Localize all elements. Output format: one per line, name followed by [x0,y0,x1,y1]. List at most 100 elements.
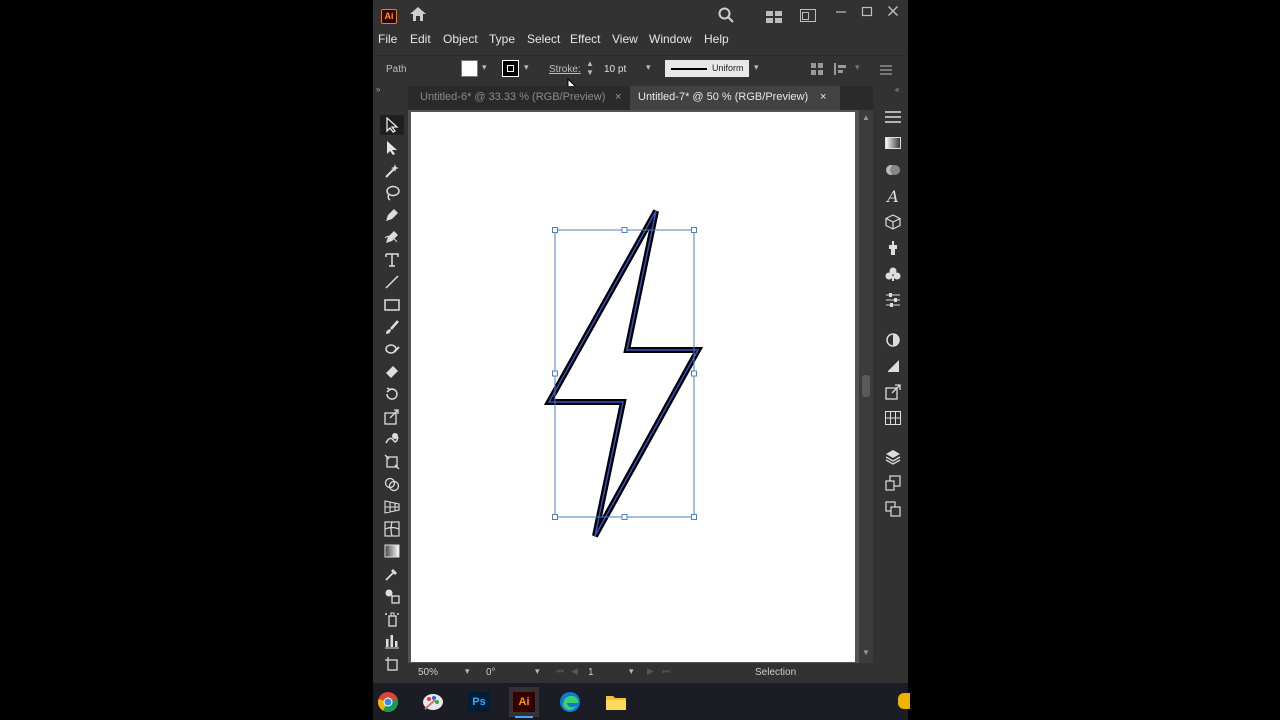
stroke-dropdown-icon[interactable]: ▾ [524,62,529,73]
menu-select[interactable]: Select [527,32,560,46]
pen-tool[interactable] [380,205,404,225]
eyedropper-tool[interactable] [380,564,404,584]
asset-export-panel-icon[interactable] [884,474,902,492]
transparency-panel-icon[interactable] [884,331,902,349]
mesh-tool[interactable] [380,519,404,539]
free-transform-tool[interactable] [380,452,404,472]
brushes-panel-icon[interactable] [884,239,902,257]
color-panel-icon[interactable] [884,161,902,179]
previous-artboard-icon[interactable]: ◀ [571,666,578,677]
stroke-panel-icon[interactable] [884,357,902,375]
artboard-dropdown-icon[interactable]: ▾ [629,666,634,677]
stroke-swatch[interactable] [502,60,519,77]
symbols-panel-icon[interactable] [884,265,902,283]
export-panel-icon[interactable] [884,383,902,401]
lightning-bolt-artwork[interactable] [411,112,855,662]
shaper-tool[interactable] [380,339,404,359]
artboards-panel-icon[interactable] [884,500,902,518]
blend-tool[interactable] [380,586,404,606]
zoom-dropdown-icon[interactable]: ▾ [465,666,470,677]
menu-help[interactable]: Help [704,32,729,46]
first-artboard-icon[interactable]: ⏮ [556,666,564,677]
rotation-field[interactable]: 0° [486,667,496,678]
distribute-dropdown-icon[interactable]: ▾ [855,62,860,73]
notification-icon[interactable] [898,693,910,709]
close-tab-icon[interactable]: × [615,86,621,108]
shape-builder-tool[interactable] [380,475,404,495]
close-window-icon[interactable] [887,4,899,22]
scroll-down-icon[interactable]: ▼ [862,648,870,657]
minimize-icon[interactable] [835,5,847,23]
tab-untitled-6[interactable]: Untitled-6* @ 33.33 % (RGB/Preview) × [408,86,630,110]
stroke-weight-field[interactable]: 10 pt [604,64,626,75]
distribute-icon[interactable] [834,62,850,80]
eraser-tool[interactable] [380,361,404,381]
last-artboard-icon[interactable]: ⏭ [662,666,670,677]
edge-icon[interactable] [555,687,585,717]
menu-object[interactable]: Object [443,32,478,46]
next-artboard-icon[interactable]: ▶ [647,666,654,677]
menu-type[interactable]: Type [489,32,515,46]
scale-tool[interactable] [380,407,404,427]
column-graph-tool[interactable] [380,631,404,651]
menu-view[interactable]: View [612,32,638,46]
gradient-tool[interactable] [380,541,404,561]
home-icon[interactable] [409,6,427,27]
rotate-tool[interactable] [380,384,404,404]
rectangle-tool[interactable] [380,295,404,315]
paint-app-icon[interactable] [418,687,448,717]
character-panel-icon[interactable]: A [884,187,902,206]
maximize-icon[interactable] [861,5,873,23]
vertical-scrollbar[interactable]: ▲ ▼ [859,110,873,663]
stroke-label[interactable]: Stroke: [549,64,581,75]
stroke-profile-select[interactable]: Uniform [665,60,749,77]
layers-panel-icon[interactable] [884,448,902,466]
curvature-tool[interactable] [380,227,404,247]
file-explorer-icon[interactable] [601,687,631,717]
arrange-documents-icon[interactable] [800,9,816,27]
magic-wand-tool[interactable] [380,161,404,181]
artboard-tool[interactable] [380,654,404,674]
profile-dropdown-icon[interactable]: ▾ [754,62,759,73]
3d-panel-icon[interactable] [884,213,902,231]
line-segment-tool[interactable] [380,272,404,292]
properties-panel-icon[interactable] [884,108,902,126]
menu-edit[interactable]: Edit [410,32,431,46]
toolbar-collapse-icon[interactable]: » [376,85,380,94]
rotation-dropdown-icon[interactable]: ▾ [535,666,540,677]
menu-window[interactable]: Window [649,32,692,46]
illustrator-taskbar-icon[interactable]: Ai [509,687,539,718]
tab-untitled-7[interactable]: Untitled-7* @ 50 % (RGB/Preview) × [630,86,840,110]
photoshop-icon[interactable]: Ps [464,687,494,717]
warp-tool[interactable] [380,429,404,449]
type-tool[interactable] [380,250,404,270]
menu-effect[interactable]: Effect [570,32,600,46]
align-icon[interactable] [811,62,825,80]
appearance-panel-icon[interactable] [884,291,902,309]
fill-dropdown-icon[interactable]: ▾ [482,62,487,73]
panel-collapse-icon[interactable]: « [895,85,899,94]
selection-tool[interactable] [380,115,404,135]
symbol-sprayer-tool[interactable] [380,609,404,629]
direct-selection-tool[interactable] [380,138,404,158]
control-panel-menu-icon[interactable] [880,62,892,80]
lasso-tool[interactable] [380,183,404,203]
stroke-stepper-icon[interactable]: ▲ ▼ [586,59,594,77]
stroke-weight-dropdown-icon[interactable]: ▾ [646,62,651,73]
search-icon[interactable] [718,7,734,28]
close-tab-icon[interactable]: × [820,86,826,108]
scroll-up-icon[interactable]: ▲ [862,113,870,122]
gradient-panel-icon[interactable] [884,134,902,152]
canvas-area[interactable] [408,110,873,663]
artboard-number-field[interactable]: 1 [588,667,594,678]
scroll-thumb[interactable] [862,375,870,397]
menu-file[interactable]: File [378,32,397,46]
chrome-icon[interactable] [373,687,403,717]
fill-swatch[interactable] [461,60,478,77]
workspace-switcher-icon[interactable] [766,10,782,28]
perspective-grid-tool[interactable] [380,497,404,517]
zoom-level-field[interactable]: 50% [418,667,438,678]
paintbrush-tool[interactable] [380,317,404,337]
artboard[interactable] [411,112,855,662]
swatches-panel-icon[interactable] [884,409,902,427]
